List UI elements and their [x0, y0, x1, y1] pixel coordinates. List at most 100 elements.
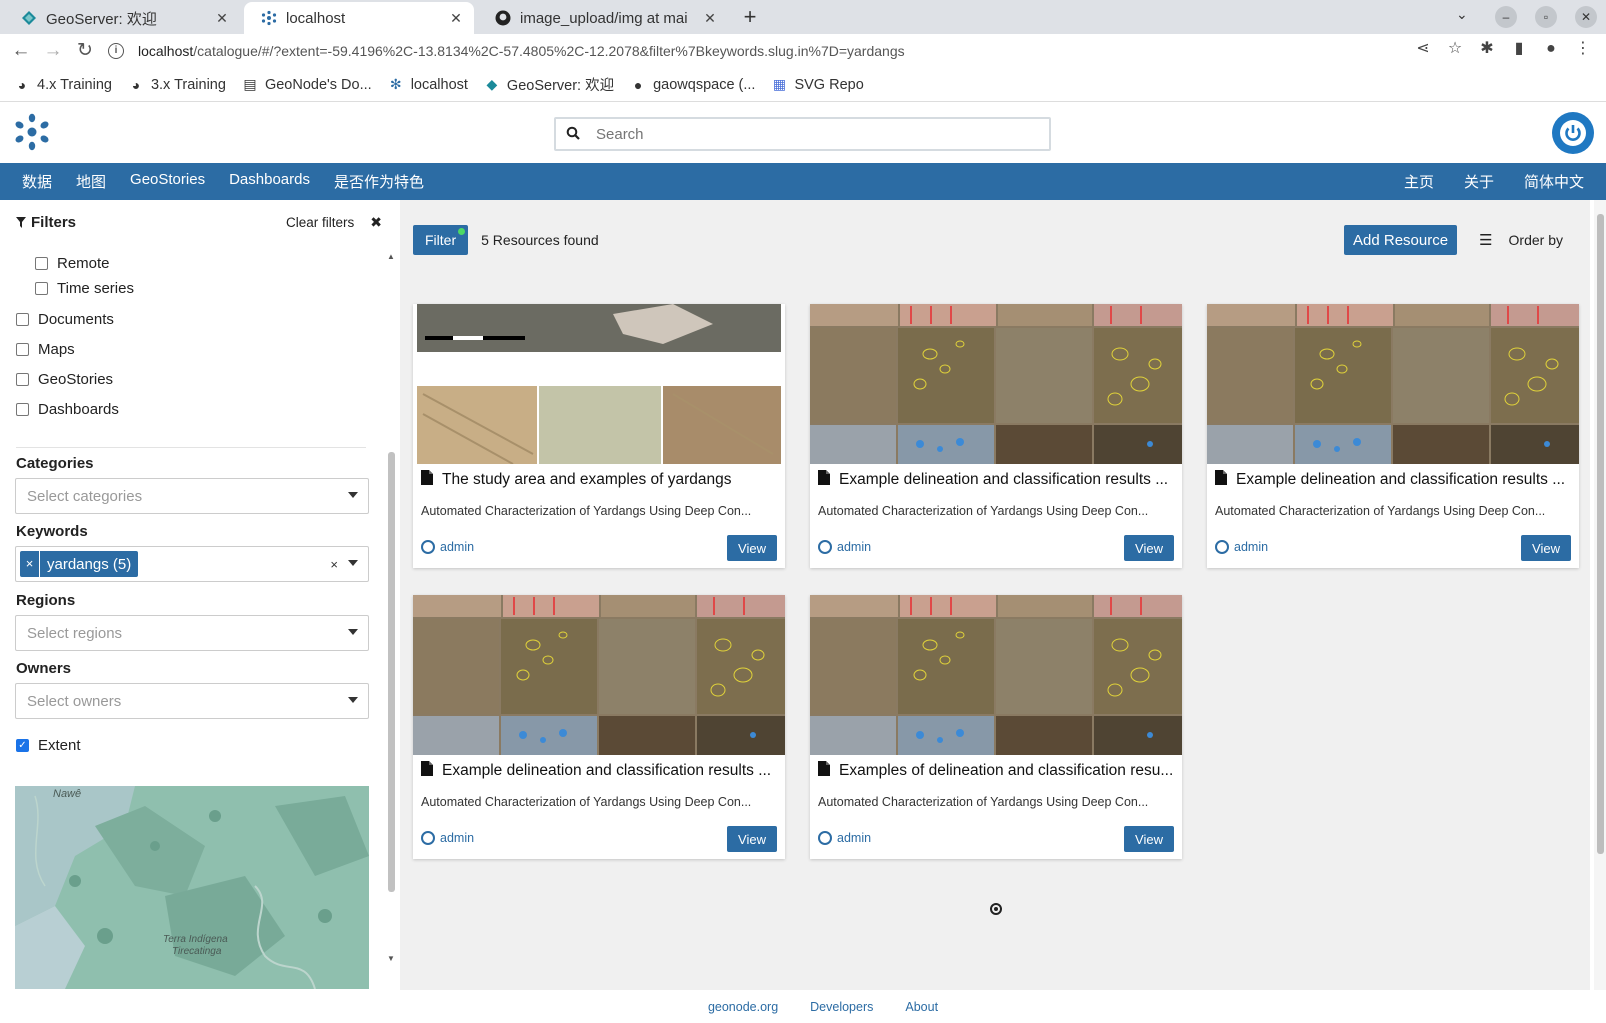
- browser-tab-geoserver[interactable]: GeoServer: 欢迎 ✕: [4, 2, 240, 34]
- view-button[interactable]: View: [1521, 535, 1571, 561]
- resource-card[interactable]: Example delineation and classification r…: [1207, 304, 1579, 568]
- nav-featured[interactable]: 是否作为特色: [322, 171, 436, 192]
- browser-tab-localhost[interactable]: localhost ✕: [244, 2, 474, 34]
- resource-title[interactable]: Example delineation and classification r…: [818, 470, 1174, 490]
- user-menu-avatar[interactable]: [1552, 112, 1594, 154]
- resource-card[interactable]: Example delineation and classification r…: [413, 595, 785, 859]
- clear-keywords-icon[interactable]: ×: [330, 557, 338, 572]
- geonode-logo-icon[interactable]: [12, 112, 52, 152]
- bookmark-geoserver[interactable]: ◆ GeoServer: 欢迎: [484, 74, 615, 95]
- checkbox[interactable]: [35, 282, 48, 295]
- browser-tab-github[interactable]: image_upload/img at mai ✕: [478, 2, 728, 34]
- resource-owner[interactable]: admin: [818, 831, 871, 845]
- new-tab-button[interactable]: +: [736, 4, 764, 32]
- bookmark-svg-repo[interactable]: ▦ SVG Repo: [771, 76, 864, 93]
- close-icon[interactable]: ✕: [448, 10, 464, 27]
- share-icon[interactable]: ⋖: [1414, 40, 1432, 58]
- view-button[interactable]: View: [727, 535, 777, 561]
- view-button[interactable]: View: [1124, 826, 1174, 852]
- resource-title[interactable]: Example delineation and classification r…: [421, 761, 777, 781]
- resource-card[interactable]: Example delineation and classification r…: [810, 304, 1182, 568]
- page-scroll-thumb[interactable]: [1597, 214, 1604, 854]
- bookmark-geonode-docs[interactable]: ▤ GeoNode's Do...: [242, 76, 371, 93]
- checkbox[interactable]: [16, 313, 29, 326]
- reload-icon[interactable]: ↻: [74, 40, 96, 62]
- info-icon[interactable]: i: [108, 43, 124, 59]
- resource-title[interactable]: The study area and examples of yardangs: [421, 470, 777, 490]
- filter-button[interactable]: Filter: [413, 225, 469, 255]
- restore-icon[interactable]: ▫: [1535, 6, 1557, 28]
- checkbox[interactable]: [35, 257, 48, 270]
- clear-filters-link[interactable]: Clear filters: [286, 215, 354, 230]
- nav-maps[interactable]: 地图: [64, 171, 118, 192]
- resource-owner[interactable]: admin: [818, 540, 871, 554]
- filter-geostories[interactable]: GeoStories: [16, 371, 113, 388]
- filter-documents[interactable]: Documents: [16, 311, 114, 328]
- filter-time-series[interactable]: Time series: [35, 280, 134, 297]
- footer-link-about[interactable]: About: [905, 1000, 938, 1014]
- resource-title[interactable]: Examples of delineation and classificati…: [818, 761, 1174, 781]
- nav-home[interactable]: 主页: [1392, 171, 1446, 192]
- resource-thumbnail[interactable]: [810, 595, 1182, 755]
- nav-about[interactable]: 关于: [1452, 171, 1506, 192]
- profile-icon[interactable]: ●: [1542, 40, 1560, 58]
- tab-search-chevron-icon[interactable]: ⌄: [1456, 6, 1468, 23]
- url-field[interactable]: i localhost /catalogue/#/?extent=-59.419…: [108, 38, 1408, 64]
- view-button[interactable]: View: [727, 826, 777, 852]
- resource-card[interactable]: Examples of delineation and classificati…: [810, 595, 1182, 859]
- footer-link-developers[interactable]: Developers: [810, 1000, 873, 1014]
- checkbox[interactable]: [16, 343, 29, 356]
- nav-dashboards[interactable]: Dashboards: [217, 171, 322, 192]
- nav-geostories[interactable]: GeoStories: [118, 171, 217, 192]
- resource-title[interactable]: Example delineation and classification r…: [1215, 470, 1571, 490]
- menu-kebab-icon[interactable]: ⋮: [1574, 40, 1592, 58]
- search-box[interactable]: [554, 117, 1051, 151]
- regions-select[interactable]: Select regions: [15, 615, 369, 651]
- sidebar-scrollbar[interactable]: ▲ ▼: [386, 252, 396, 980]
- resource-owner[interactable]: admin: [1215, 540, 1268, 554]
- view-button[interactable]: View: [1124, 535, 1174, 561]
- nav-data[interactable]: 数据: [10, 171, 64, 192]
- scroll-up-icon[interactable]: ▲: [387, 252, 395, 261]
- bookmark-3x-training[interactable]: ◕ 3.x Training: [128, 77, 226, 93]
- close-icon[interactable]: ✕: [702, 10, 718, 27]
- bookmark-gaowqspace[interactable]: ● gaowqspace (...: [630, 77, 756, 93]
- footer-link-geonode[interactable]: geonode.org: [708, 1000, 778, 1014]
- extensions-icon[interactable]: ✱: [1478, 40, 1496, 58]
- resource-thumbnail[interactable]: [1207, 304, 1579, 464]
- filter-maps[interactable]: Maps: [16, 341, 75, 358]
- side-panel-icon[interactable]: ▮: [1510, 40, 1528, 58]
- checkbox-checked[interactable]: ✓: [16, 739, 29, 752]
- resource-card[interactable]: The study area and examples of yardangs A…: [413, 304, 785, 568]
- sidebar-scroll-thumb[interactable]: [388, 452, 395, 892]
- resource-thumbnail[interactable]: [810, 304, 1182, 464]
- scroll-down-icon[interactable]: ▼: [387, 954, 395, 963]
- close-icon[interactable]: ✕: [214, 10, 230, 27]
- checkbox[interactable]: [16, 373, 29, 386]
- bookmark-localhost[interactable]: ✻ localhost: [388, 76, 468, 93]
- order-by-button[interactable]: Order by: [1509, 232, 1563, 248]
- checkbox[interactable]: [16, 403, 29, 416]
- nav-language[interactable]: 简体中文: [1512, 171, 1596, 192]
- extent-map[interactable]: Nawê Terra Indígena Tirecatinga: [15, 786, 369, 989]
- close-filters-icon[interactable]: ✖: [370, 214, 382, 231]
- add-resource-button[interactable]: Add Resource: [1344, 225, 1458, 255]
- resource-thumbnail[interactable]: [413, 304, 785, 464]
- keywords-select[interactable]: × yardangs (5) ×: [15, 546, 369, 582]
- categories-select[interactable]: Select categories: [15, 478, 369, 514]
- filter-dashboards[interactable]: Dashboards: [16, 401, 119, 418]
- filter-remote[interactable]: Remote: [35, 255, 110, 272]
- minimize-icon[interactable]: –: [1495, 6, 1517, 28]
- resource-thumbnail[interactable]: [413, 595, 785, 755]
- list-view-icon[interactable]: ☰: [1479, 231, 1492, 249]
- back-arrow-icon[interactable]: ←: [10, 40, 32, 62]
- resource-owner[interactable]: admin: [421, 831, 474, 845]
- window-close-icon[interactable]: ✕: [1575, 6, 1597, 28]
- forward-arrow-icon[interactable]: →: [42, 40, 64, 62]
- bookmark-star-icon[interactable]: ☆: [1446, 40, 1464, 58]
- page-scrollbar[interactable]: [1594, 200, 1606, 990]
- resource-owner[interactable]: admin: [421, 540, 474, 554]
- filter-extent[interactable]: ✓ Extent: [16, 737, 81, 754]
- search-input[interactable]: [596, 125, 1016, 143]
- bookmark-4x-training[interactable]: ◕ 4.x Training: [14, 77, 112, 93]
